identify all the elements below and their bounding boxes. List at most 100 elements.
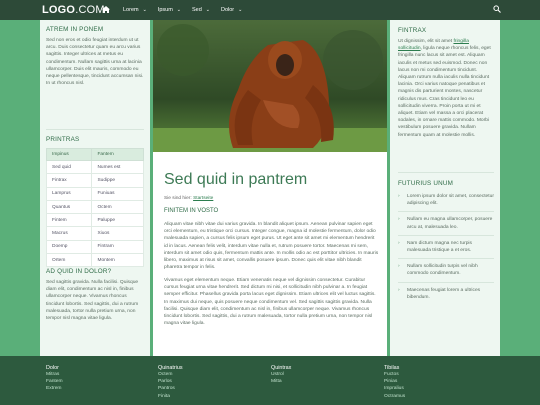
atrem-text: Sed non eros et odio feugiat interdum ut… — [46, 38, 144, 87]
list-item: › Nullam eu magna ullamcorper, posuere ar… — [398, 216, 494, 236]
chevron-down-icon: ⌄ — [238, 7, 243, 13]
nav-label: Lorem — [123, 7, 139, 13]
top-navigation-bar: LOGO.COM Lorem ⌄ Ipsum ⌄ Sed ⌄ Dolor ⌄ — [0, 0, 540, 20]
table-row: Macrus Xiuos — [45, 226, 144, 241]
footer-link[interactable]: Pantros — [158, 385, 248, 392]
atrem-block: ATREM IN PONEM Sed non eros et odio feug… — [46, 26, 144, 87]
list-item: › Maecenas feugiat lorem a ultrices biben… — [398, 287, 494, 305]
table-cell: Funiuas — [91, 186, 144, 201]
footer-link[interactable]: Pinias — [384, 378, 474, 385]
table-row: Ortem Montem — [45, 253, 144, 268]
table-cell: Octem — [91, 199, 144, 215]
nav-item-ipsum[interactable]: Ipsum ⌄ — [158, 7, 181, 13]
table-cell: Fintrax — [45, 173, 93, 188]
list-item-text: Maecenas feugiat lorem a ultrices bibend… — [407, 287, 481, 300]
nav-item-dolor[interactable]: Dolor ⌄ — [221, 7, 242, 13]
footer-column-tibilas: Tibilas Fuctos Pinias Impralius Octramus — [384, 365, 474, 400]
table-cell: Xiuos — [91, 226, 144, 241]
table-cell: Ortem — [45, 253, 93, 268]
futurius-list: › Lorem ipsum dolor sit amet, consectetur… — [398, 193, 494, 305]
fintrax-block: FINTRAX Ut dignissim, elit sit amet frin… — [398, 27, 494, 139]
list-item-text: Lorem ipsum dolor sit amet, consectetur … — [407, 194, 494, 207]
table-cell: Quantus — [45, 199, 93, 215]
printras-title: PRINTRAS — [46, 136, 80, 143]
fintrax-text-a: Ut dignissim, elit sit amet — [398, 39, 453, 44]
main-content: Sed quid in pantrem Sie sind hier: Start… — [153, 20, 387, 356]
chevron-down-icon: ⌄ — [176, 7, 181, 13]
chevron-down-icon: ⌄ — [142, 7, 147, 13]
site-logo[interactable]: LOGO.COM — [42, 4, 105, 16]
breadcrumb-prefix: Sie sind hier: — [164, 196, 192, 201]
footer-link[interactable]: Parlos — [158, 378, 248, 385]
footer-column-quintrax: Quintrax Ustrol Mitta — [271, 365, 361, 385]
table-cell: Sed quid — [45, 159, 93, 175]
footer-link[interactable]: Impralius — [384, 385, 474, 392]
dolor-block: AD QUID IN DOLOR? Sed sagittis gravida. … — [46, 268, 144, 322]
footer-link[interactable]: Finita — [158, 393, 248, 400]
page-title: Sed quid in pantrem — [164, 171, 308, 188]
dolor-text: Sed sagittis gravida. Nulla facilisi. Qu… — [46, 280, 139, 322]
chevron-right-icon: › — [398, 217, 400, 223]
chevron-down-icon: ⌄ — [205, 7, 210, 13]
table-cell: Numes est — [91, 159, 144, 175]
table-cell: Montem — [91, 253, 144, 268]
nav-label: Ipsum — [157, 7, 173, 13]
divider — [398, 172, 494, 173]
table-cell: Fintram — [91, 239, 144, 255]
footer-link[interactable]: Octem — [158, 371, 248, 378]
table-row: Quantus Octem — [45, 199, 144, 215]
divider — [46, 129, 144, 130]
list-item: › Lorem ipsum dolor sit amet, consectetur… — [398, 193, 494, 213]
breadcrumb: Sie sind hier: Startseite — [164, 196, 213, 201]
table-row: Doemp Fintram — [45, 239, 144, 255]
list-item-text: Nullam sollicitudin turpis vel nibh comm… — [407, 264, 478, 277]
footer-column-quinatrius: Quinatrius Octem Parlos Pantros Finita — [158, 365, 248, 400]
fintrax-text-b: , ligula neque rhoncus felis, eget fring… — [398, 46, 491, 138]
home-icon[interactable] — [100, 5, 112, 15]
footer-column-dolor: Dolor Mitras Fantem Extrem — [46, 365, 136, 393]
atrem-title: ATREM IN PONEM — [46, 26, 104, 33]
nav-item-sed[interactable]: Sed ⌄ — [192, 7, 210, 13]
fintrax-title: FINTRAX — [398, 27, 427, 34]
table-cell: Doemp — [45, 239, 93, 255]
table-row: Fintrax Sudippe — [45, 173, 144, 188]
chevron-right-icon: › — [398, 287, 400, 293]
list-item-text: Nam dictum magna nec turpis malesuada tr… — [407, 240, 472, 254]
futurius-title: FUTURIUS UNUM — [398, 180, 454, 187]
chevron-right-icon: › — [398, 194, 400, 199]
nav-label: Sed — [191, 7, 202, 13]
hero-image-orangutan — [153, 20, 387, 152]
table-row: Fintem Paluppe — [45, 213, 144, 228]
footer-link[interactable]: Ustrol — [271, 371, 361, 378]
table-cell: Sudippe — [91, 173, 144, 188]
section-subheading: FINITEM IN VOSTO — [164, 208, 219, 214]
footer-link[interactable]: Mitras — [46, 371, 136, 378]
footer-link[interactable]: Fantem — [46, 378, 136, 385]
list-item-text: Nullam eu magna ullamcorper, posuere arc… — [407, 217, 493, 230]
left-sidebar: ATREM IN PONEM Sed non eros et odio feug… — [40, 20, 150, 356]
list-item: › Nullam sollicitudin turpis vel nibh com… — [398, 263, 494, 283]
hero-illustration — [153, 20, 387, 152]
nav-item-lorem[interactable]: Lorem ⌄ — [123, 7, 147, 13]
chevron-right-icon: › — [398, 264, 400, 270]
footer-link[interactable]: Octramus — [384, 393, 474, 400]
list-item: › Nam dictum magna nec turpis malesuada t… — [398, 240, 494, 260]
breadcrumb-link-home[interactable]: Startseite — [193, 196, 213, 201]
main-paragraph-1: Aliquam vitae nibh vitae dui varius grav… — [164, 222, 379, 271]
table-cell: Paluppe — [91, 213, 144, 228]
table-header-cell: Fantem — [91, 148, 144, 161]
logo-bold: LOGO — [42, 4, 76, 16]
main-nav: Lorem ⌄ Ipsum ⌄ Sed ⌄ Dolor ⌄ — [100, 0, 242, 20]
site-footer: Dolor Mitras Fantem Extrem Quinatrius Oc… — [0, 356, 540, 405]
table-cell: Lamprus — [45, 186, 93, 201]
footer-link[interactable]: Extrem — [46, 385, 136, 392]
dolor-title: AD QUID IN DOLOR? — [46, 268, 112, 275]
table-header-row: Impinus Fantem — [45, 148, 144, 161]
nav-label: Dolor — [220, 7, 235, 13]
table-cell: Macrus — [45, 226, 93, 241]
search-icon[interactable] — [493, 5, 501, 15]
footer-link[interactable]: Mitta — [271, 378, 361, 385]
footer-link[interactable]: Fuctos — [384, 371, 474, 378]
main-paragraph-2: Vivamus eget elementum neque. Etiam vene… — [164, 278, 376, 327]
printras-table: Impinus Fantem Sed quid Numes est Fintrax… — [45, 148, 144, 268]
